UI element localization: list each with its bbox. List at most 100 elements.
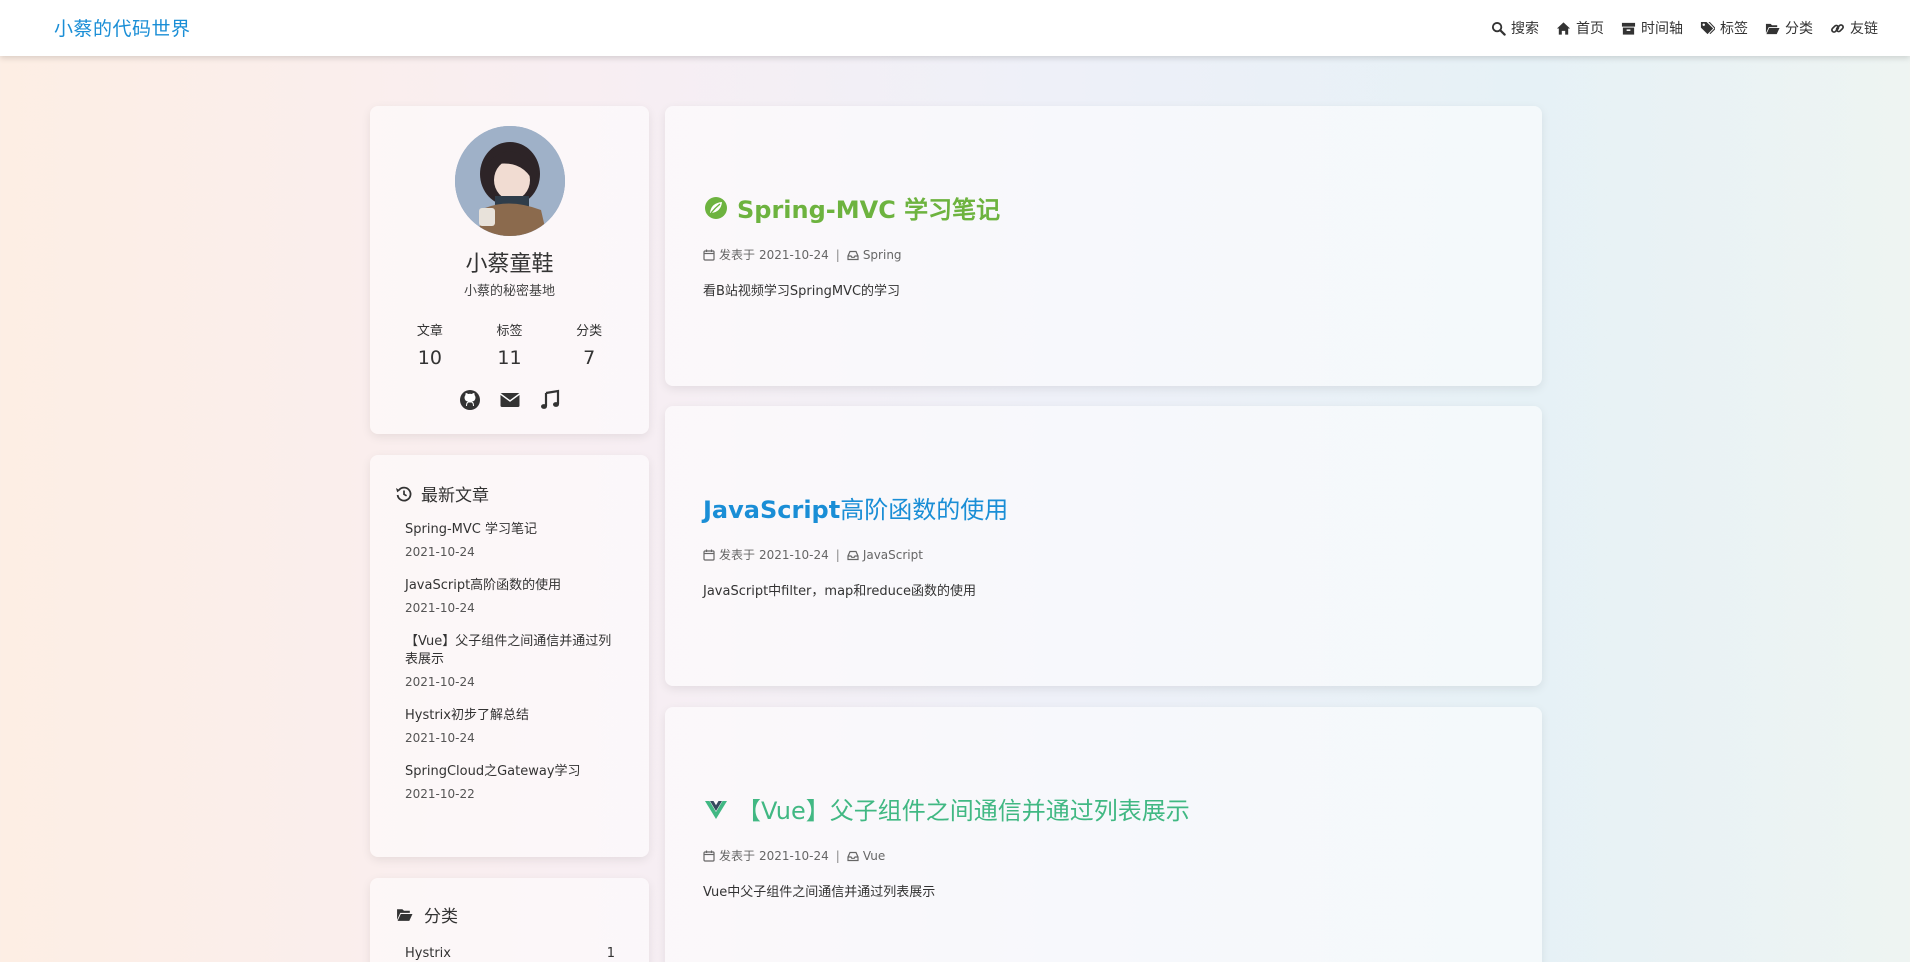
post-title-rest: 高阶函数的使用 — [840, 496, 1009, 524]
nav-item-label: 时间轴 — [1641, 21, 1683, 37]
envelope-icon[interactable] — [499, 389, 521, 411]
profile-stats: 文章 10 标签 11 分类 7 — [390, 320, 629, 369]
inbox-icon — [847, 550, 859, 560]
nav-item-label: 分类 — [1785, 21, 1813, 37]
post-title[interactable]: JavaScript高阶函数的使用 — [703, 490, 1008, 525]
nav-item-home[interactable]: 首页 — [1555, 18, 1604, 38]
recent-post-item[interactable]: 【Vue】父子组件之间通信并通过列表展示 2021-10-24 — [405, 633, 620, 689]
post-title-strong: JavaScript — [703, 496, 841, 524]
social-links — [370, 389, 649, 411]
main-nav: 搜索 首页 时间轴 标签 分类 友链 — [1490, 18, 1878, 38]
post-date: 2021-10-24 — [759, 547, 829, 562]
recent-post-item[interactable]: Spring-MVC 学习笔记 2021-10-24 — [405, 521, 620, 559]
archive-icon — [1620, 20, 1636, 36]
post-meta-prefix: 发表于 — [719, 849, 756, 863]
stat-value: 7 — [583, 347, 596, 369]
post-date: 2021-10-24 — [759, 848, 829, 863]
nav-item-label: 搜索 — [1511, 21, 1539, 37]
meta-separator: | — [835, 547, 840, 562]
post-title-text[interactable]: 【Vue】父子组件之间通信并通过列表展示 — [737, 791, 1190, 826]
folder-open-icon — [397, 909, 413, 921]
post-card: Spring-MVC 学习笔记 发表于 2021-10-24 | Spring … — [665, 106, 1542, 386]
post-meta: 发表于 2021-10-24 | Spring — [703, 246, 902, 263]
stat-categories[interactable]: 分类 7 — [549, 320, 629, 369]
recent-post-date: 2021-10-22 — [405, 787, 475, 801]
post-title[interactable]: Spring-MVC 学习笔记 — [703, 190, 1000, 225]
nav-item-tags[interactable]: 标签 — [1699, 18, 1748, 38]
tags-icon — [1699, 20, 1715, 36]
stat-value: 10 — [417, 347, 442, 369]
recent-posts-heading: 最新文章 — [395, 481, 489, 506]
post-meta: 发表于 2021-10-24 | Vue — [703, 847, 885, 864]
recent-post-date: 2021-10-24 — [405, 601, 475, 615]
calendar-icon — [703, 249, 715, 261]
search-icon — [1490, 20, 1506, 36]
category-item[interactable]: Hystrix 1 — [405, 946, 615, 961]
recent-post-item[interactable]: JavaScript高阶函数的使用 2021-10-24 — [405, 577, 620, 615]
meta-separator: | — [835, 247, 840, 262]
post-category[interactable]: Spring — [863, 248, 902, 262]
recent-posts-card: 最新文章 Spring-MVC 学习笔记 2021-10-24 JavaScri… — [370, 455, 649, 857]
stat-label: 标签 — [496, 324, 523, 339]
recent-post-title[interactable]: 【Vue】父子组件之间通信并通过列表展示 — [405, 633, 620, 669]
calendar-icon — [703, 850, 715, 862]
post-date: 2021-10-24 — [759, 247, 829, 262]
post-meta-prefix: 发表于 — [719, 248, 756, 262]
nav-item-links[interactable]: 友链 — [1829, 18, 1878, 38]
post-title-text[interactable]: JavaScript高阶函数的使用 — [703, 490, 1008, 525]
avatar[interactable] — [455, 126, 565, 236]
nav-item-label: 友链 — [1850, 21, 1878, 37]
category-count: 1 — [606, 946, 615, 961]
profile-name: 小蔡童鞋 — [465, 252, 554, 277]
post-meta: 发表于 2021-10-24 | JavaScript — [703, 546, 923, 563]
inbox-icon — [847, 250, 859, 260]
stat-tags[interactable]: 标签 11 — [470, 320, 550, 369]
nav-item-categories[interactable]: 分类 — [1764, 18, 1813, 38]
categories-title: 分类 — [424, 907, 458, 927]
top-navbar: 小蔡的代码世界 搜索 首页 时间轴 标签 分类 友链 — [0, 0, 1910, 56]
stat-articles[interactable]: 文章 10 — [390, 320, 470, 369]
recent-posts-list: Spring-MVC 学习笔记 2021-10-24 JavaScript高阶函… — [405, 521, 620, 819]
github-icon[interactable] — [459, 389, 481, 411]
recent-post-item[interactable]: Hystrix初步了解总结 2021-10-24 — [405, 707, 620, 745]
post-category[interactable]: JavaScript — [863, 548, 923, 562]
recent-post-item[interactable]: SpringCloud之Gateway学习 2021-10-22 — [405, 763, 620, 801]
recent-post-date: 2021-10-24 — [405, 545, 475, 559]
home-icon — [1555, 20, 1571, 36]
vue-logo-icon — [705, 800, 727, 819]
category-name[interactable]: Hystrix — [405, 946, 451, 961]
recent-post-title[interactable]: SpringCloud之Gateway学习 — [405, 763, 620, 781]
nav-item-search[interactable]: 搜索 — [1490, 18, 1539, 38]
categories-card: 分类 Hystrix 1 — [370, 878, 649, 962]
post-title[interactable]: 【Vue】父子组件之间通信并通过列表展示 — [703, 791, 1190, 826]
history-icon — [396, 486, 412, 501]
post-title-text[interactable]: Spring-MVC 学习笔记 — [737, 190, 1000, 225]
categories-heading: 分类 — [395, 902, 458, 927]
recent-post-date: 2021-10-24 — [405, 731, 475, 745]
recent-post-title[interactable]: Spring-MVC 学习笔记 — [405, 521, 620, 539]
recent-post-date: 2021-10-24 — [405, 675, 475, 689]
stat-value: 11 — [497, 347, 522, 369]
profile-subtitle: 小蔡的秘密基地 — [463, 284, 555, 299]
recent-post-title[interactable]: JavaScript高阶函数的使用 — [405, 577, 620, 595]
post-category[interactable]: Vue — [863, 849, 885, 863]
post-description: 看B站视频学习SpringMVC的学习 — [703, 284, 901, 299]
spring-leaf-icon — [705, 196, 727, 219]
site-brand[interactable]: 小蔡的代码世界 — [54, 14, 191, 41]
folder-open-icon — [1764, 20, 1780, 36]
stat-label: 文章 — [416, 324, 443, 339]
music-icon[interactable] — [539, 389, 561, 411]
post-meta-prefix: 发表于 — [719, 548, 756, 562]
nav-item-label: 首页 — [1576, 21, 1604, 37]
recent-posts-title: 最新文章 — [421, 486, 489, 506]
post-card: 【Vue】父子组件之间通信并通过列表展示 发表于 2021-10-24 | Vu… — [665, 707, 1542, 962]
post-description: JavaScript中filter，map和reduce函数的使用 — [703, 584, 976, 599]
profile-card: 小蔡童鞋 小蔡的秘密基地 文章 10 标签 11 分类 7 — [370, 106, 649, 434]
post-description: Vue中父子组件之间通信并通过列表展示 — [703, 885, 936, 900]
calendar-icon — [703, 549, 715, 561]
recent-post-title[interactable]: Hystrix初步了解总结 — [405, 707, 620, 725]
stat-label: 分类 — [576, 324, 603, 339]
meta-separator: | — [835, 848, 840, 863]
nav-item-timeline[interactable]: 时间轴 — [1620, 18, 1683, 38]
post-card: JavaScript高阶函数的使用 发表于 2021-10-24 | JavaS… — [665, 406, 1542, 686]
